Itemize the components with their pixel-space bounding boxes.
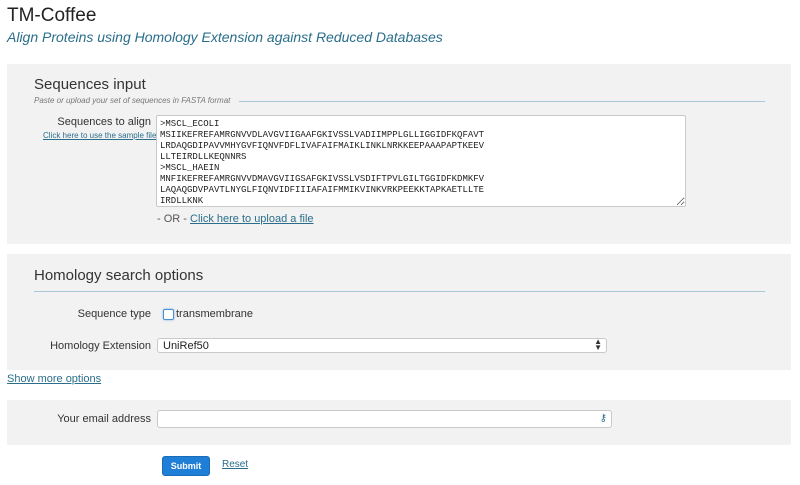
- homology-extension-select[interactable]: UniRef50 ▲ ▼: [157, 338, 607, 353]
- submit-button[interactable]: Submit: [162, 456, 210, 476]
- email-panel: Your email address ⚷: [7, 400, 791, 445]
- transmembrane-label[interactable]: transmembrane: [176, 308, 253, 320]
- homology-legend: Homology search options: [34, 267, 204, 284]
- show-more-options-link[interactable]: Show more options: [7, 373, 101, 385]
- upload-line: - OR - Click here to upload a file: [157, 213, 314, 225]
- page-subtitle: Align Proteins using Homology Extension …: [7, 29, 443, 45]
- page-title: TM-Coffee: [7, 5, 97, 26]
- email-label: Your email address: [57, 413, 151, 425]
- select-arrows-icon: ▲ ▼: [594, 337, 602, 352]
- sample-file-link[interactable]: Click here to use the sample file: [43, 131, 156, 140]
- email-input[interactable]: ⚷: [157, 410, 612, 428]
- homology-panel: Homology search options Sequence type tr…: [7, 254, 791, 370]
- sequences-legend: Sequences input: [34, 76, 146, 93]
- legend-divider: [34, 291, 765, 292]
- select-value: UniRef50: [163, 340, 209, 352]
- upload-file-link[interactable]: Click here to upload a file: [190, 213, 314, 225]
- legend-divider: [239, 101, 765, 102]
- sequence-type-label: Sequence type: [77, 308, 151, 320]
- transmembrane-checkbox[interactable]: [163, 309, 174, 320]
- reset-link[interactable]: Reset: [222, 459, 248, 470]
- autofill-key-icon[interactable]: ⚷: [600, 413, 607, 424]
- sequences-label: Sequences to align: [57, 116, 151, 128]
- sequences-textarea[interactable]: [156, 115, 686, 207]
- sequences-help-text: Paste or upload your set of sequences in…: [34, 96, 231, 105]
- upload-prefix: - OR -: [157, 213, 190, 225]
- homology-extension-label: Homology Extension: [50, 340, 151, 352]
- sequences-panel: Sequences input Paste or upload your set…: [7, 64, 791, 244]
